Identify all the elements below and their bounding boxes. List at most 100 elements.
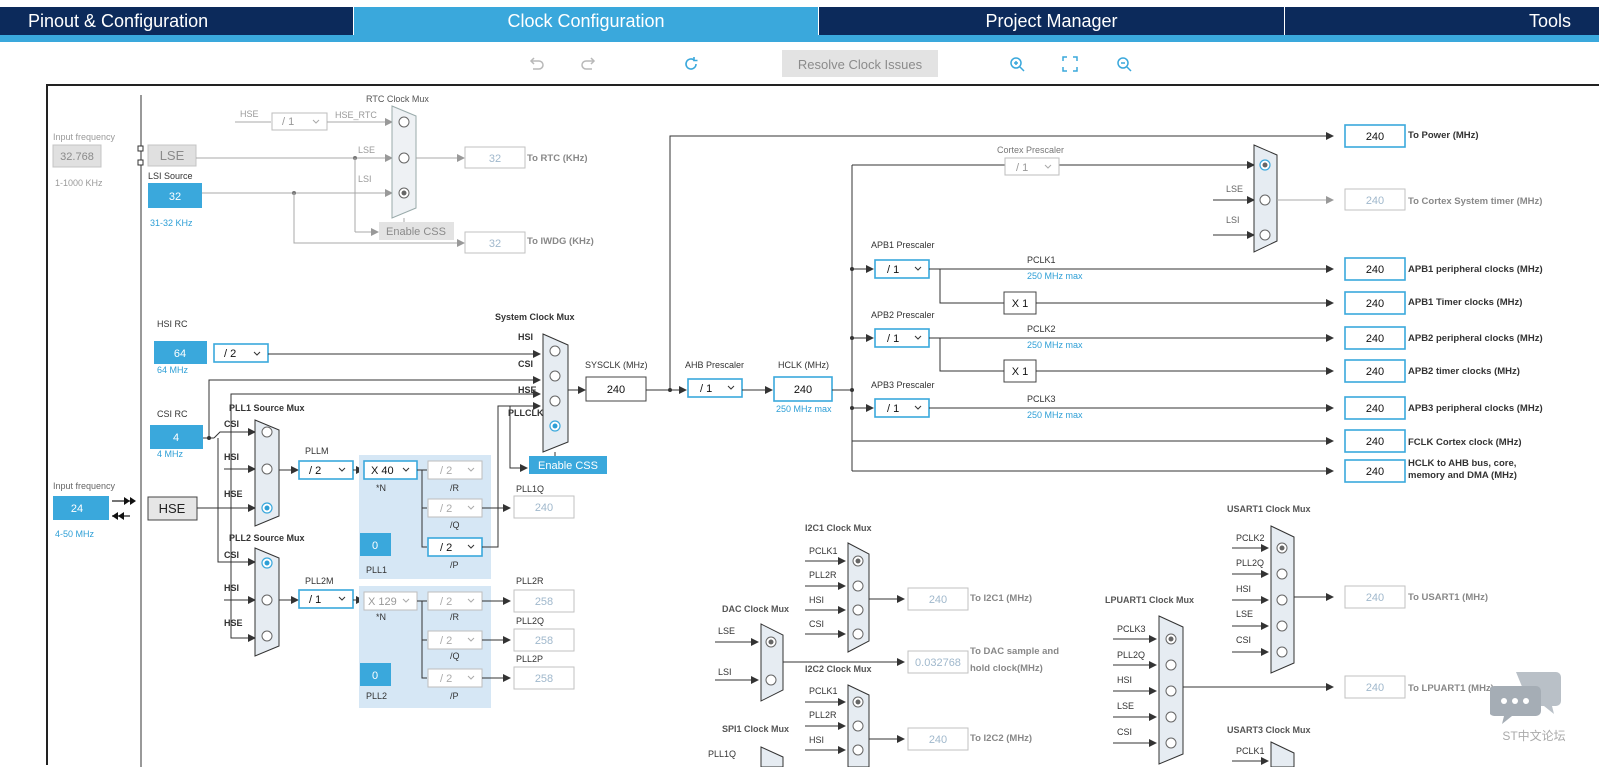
- pll2p-label: PLL2P: [516, 654, 543, 664]
- i2c1-output-text: 240: [929, 594, 947, 606]
- pll1-fractional-value[interactable]: 0: [360, 533, 391, 556]
- cortex-mux-lse-label: LSE: [1226, 184, 1243, 194]
- tab-label: Project Manager: [985, 11, 1118, 31]
- rtc-enable-css-button[interactable]: Enable CSS: [379, 222, 454, 240]
- hsi-divider-select[interactable]: / 2: [213, 343, 269, 363]
- watermark-text: ST中文论坛: [1502, 729, 1566, 743]
- pll2-n-multiplier-select[interactable]: X 129: [363, 591, 418, 611]
- pll1-mux-radio-hsi[interactable]: [261, 463, 273, 475]
- chat-bubble-icon[interactable]: [1489, 668, 1562, 728]
- apb2-junction: [850, 336, 854, 340]
- lpuart1-input-label: CSI: [1117, 727, 1132, 737]
- tab-clock-configuration[interactable]: Clock Configuration: [354, 7, 818, 35]
- lse-pin-top: [137, 145, 144, 152]
- lse-input-frequency-field[interactable]: 32.768: [52, 144, 102, 168]
- pll2m-divider-select[interactable]: / 1: [298, 589, 354, 609]
- usart1-input-label: HSI: [1236, 584, 1251, 594]
- apb1-timer-multiplier: X 1: [1003, 291, 1037, 315]
- i2c2-mux-radio[interactable]: [852, 744, 864, 756]
- tab-tools[interactable]: Tools: [1285, 7, 1599, 35]
- cortex-mux-radio-lse[interactable]: [1259, 194, 1271, 206]
- pll1-p-divider-select[interactable]: / 2: [427, 537, 483, 557]
- cortex-prescaler-value: / 1: [1016, 162, 1028, 174]
- dac-clock-mux[interactable]: [760, 623, 784, 702]
- csi-junction: [207, 436, 211, 440]
- fit-screen-icon[interactable]: [1059, 53, 1081, 75]
- i2c1-mux-radio[interactable]: [852, 604, 864, 616]
- apb3-prescaler-select[interactable]: / 1: [874, 398, 930, 418]
- lpuart1-mux-radio[interactable]: [1165, 711, 1177, 723]
- hse-input-frequency-field[interactable]: 24: [53, 496, 109, 520]
- sysclk-mux-hsi-label: HSI: [518, 332, 533, 342]
- usart1-mux-radio[interactable]: [1276, 646, 1288, 658]
- rtc-lsi-input-label: LSI: [358, 174, 372, 184]
- cortex-timer-output-value: 240: [1344, 188, 1406, 211]
- usart1-mux-radio[interactable]: [1276, 620, 1288, 632]
- usart1-mux-radio[interactable]: [1276, 594, 1288, 606]
- pll2-mux-radio-hse[interactable]: [261, 630, 273, 642]
- hse-oscillator[interactable]: HSE: [147, 496, 198, 521]
- usart1-mux-radio[interactable]: [1276, 568, 1288, 580]
- sysclk-enable-css-button[interactable]: Enable CSS: [529, 456, 607, 474]
- i2c1-mux-radio[interactable]: [852, 580, 864, 592]
- pll1-q-divider-select[interactable]: / 2: [427, 498, 483, 518]
- pll1q-output-value: 240: [513, 495, 575, 519]
- rtc-mux-radio-lse[interactable]: [398, 152, 410, 164]
- pll1q-label: PLL1Q: [516, 484, 544, 494]
- lsi-value-text: 32: [169, 191, 181, 203]
- pll2-mux-radio-hsi[interactable]: [261, 594, 273, 606]
- apb1-peripheral-output-value: 240: [1344, 257, 1406, 281]
- lpuart1-mux-radio[interactable]: [1165, 737, 1177, 749]
- undo-icon[interactable]: [525, 53, 547, 75]
- lse-oscillator[interactable]: LSE: [147, 144, 197, 167]
- apb1-timer-output-label: APB1 Timer clocks (MHz): [1408, 297, 1522, 308]
- cortex-mux-radio-lsi[interactable]: [1259, 229, 1271, 241]
- zoom-in-icon[interactable]: [1006, 53, 1028, 75]
- pll2-fractional-value[interactable]: 0: [360, 663, 391, 686]
- pll1-n-multiplier-select[interactable]: X 40: [363, 460, 418, 480]
- rtc-hse-divider-select[interactable]: / 1: [271, 112, 328, 131]
- usart3-clock-mux[interactable]: [1270, 741, 1295, 768]
- pll1-r-divider-select[interactable]: / 2: [427, 460, 483, 480]
- rtc-mux-radio-hse[interactable]: [398, 116, 410, 128]
- sysclk-mux-radio-csi[interactable]: [549, 370, 561, 382]
- apb1-prescaler-select[interactable]: / 1: [874, 259, 930, 279]
- lpuart1-mux-radio[interactable]: [1165, 659, 1177, 671]
- apb2-prescaler-select[interactable]: / 1: [874, 328, 930, 348]
- apb1-prescaler-value: / 1: [887, 264, 899, 276]
- pll1-source-mux-label: PLL1 Source Mux: [229, 403, 305, 413]
- ahb-prescaler-select[interactable]: / 1: [687, 378, 743, 398]
- rtc-enable-css-label: Enable CSS: [386, 226, 446, 238]
- hclk-value[interactable]: 240: [773, 376, 833, 402]
- usart1-output-text: 240: [1366, 592, 1384, 604]
- lse-label: LSE: [160, 148, 185, 163]
- lpuart1-mux-radio[interactable]: [1165, 685, 1177, 697]
- refresh-icon[interactable]: [680, 53, 702, 75]
- cortex-prescaler-select[interactable]: / 1: [1004, 157, 1060, 176]
- resolve-clock-issues-button[interactable]: Resolve Clock Issues: [782, 50, 938, 77]
- sysclk-mux-radio-hsi[interactable]: [549, 345, 561, 357]
- pll2-r-divider-select[interactable]: / 2: [427, 591, 483, 611]
- pllm-divider-select[interactable]: / 2: [298, 460, 354, 480]
- pll2-q-divider-select[interactable]: / 2: [427, 630, 483, 650]
- sysclk-mux-radio-hse[interactable]: [549, 395, 561, 407]
- pclk3-max-label: 250 MHz max: [1027, 410, 1083, 420]
- i2c1-mux-radio[interactable]: [852, 628, 864, 640]
- spi1-clock-mux[interactable]: [760, 746, 784, 768]
- pll1-mux-radio-csi[interactable]: [261, 426, 273, 438]
- zoom-out-icon[interactable]: [1113, 53, 1135, 75]
- hclk-ahb-output-label-line1: HCLK to AHB bus, core,: [1408, 458, 1516, 469]
- csi-frequency-label: 4 MHz: [157, 449, 184, 459]
- pllm-label: PLLM: [305, 446, 329, 456]
- pll2-p-divider-select[interactable]: / 2: [427, 668, 483, 688]
- i2c2-mux-selected-dot: [855, 699, 861, 705]
- usart1-input-label: CSI: [1236, 635, 1251, 645]
- hclk-value-text: 240: [794, 384, 812, 396]
- i2c2-mux-radio[interactable]: [852, 720, 864, 732]
- tab-project-manager[interactable]: Project Manager: [819, 7, 1284, 35]
- tab-pinout-configuration[interactable]: Pinout & Configuration: [0, 7, 353, 35]
- sysclk-mux-csi-label: CSI: [518, 359, 533, 369]
- sysclk-value[interactable]: 240: [585, 376, 647, 402]
- redo-icon[interactable]: [578, 53, 600, 75]
- dac-mux-radio-lsi[interactable]: [765, 674, 777, 686]
